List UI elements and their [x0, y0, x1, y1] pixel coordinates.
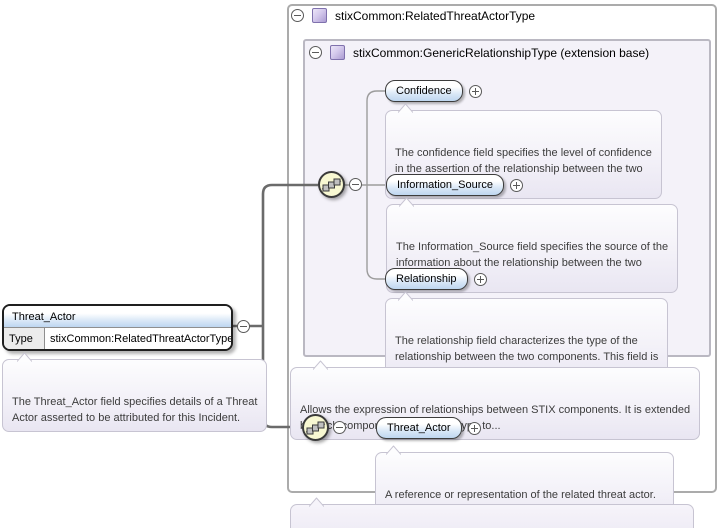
- tooltip-pointer: [17, 352, 32, 362]
- root-element-doc: The Threat_Actor field specifies details…: [2, 352, 268, 432]
- root-element-header: Threat_Actor: [4, 306, 231, 328]
- base-panel-title: stixCommon:GenericRelationshipType (exte…: [353, 45, 650, 60]
- root-element-doc-text: The Threat_Actor field specifies details…: [12, 396, 258, 424]
- schema-diagram: stixCommon:RelatedThreatActorType stixCo…: [0, 0, 721, 528]
- tooltip-pointer: [399, 197, 414, 207]
- complex-type-icon: [312, 8, 327, 23]
- threat-actor-child-element[interactable]: Threat_Actor: [376, 417, 462, 439]
- base-type-doc-text: Allows the expression of relationships b…: [300, 404, 691, 432]
- expand-icon[interactable]: [510, 178, 523, 192]
- tooltip-pointer: [398, 103, 413, 113]
- base-panel-header: stixCommon:GenericRelationshipType (exte…: [309, 45, 649, 60]
- base-sequence-group: [318, 171, 362, 198]
- sequence-glyph: [305, 421, 326, 435]
- expand-icon[interactable]: [468, 84, 482, 98]
- base-type-doc: Allows the expression of relationships b…: [290, 360, 701, 440]
- collapse-icon[interactable]: [349, 178, 362, 191]
- element-threat-actor-child: Threat_Actor: [376, 417, 481, 439]
- element-relationship: Relationship: [385, 268, 487, 290]
- outer-panel-title: stixCommon:RelatedThreatActorType: [335, 8, 536, 23]
- element-confidence: Confidence: [385, 80, 482, 102]
- tooltip-pointer: [398, 291, 413, 301]
- complex-type-icon: [330, 45, 345, 60]
- expand-icon[interactable]: [467, 421, 481, 435]
- collapse-icon[interactable]: [291, 9, 304, 22]
- collapse-icon[interactable]: [333, 421, 346, 434]
- footer-note: Identifies or characterizes a relationsh…: [290, 497, 694, 528]
- collapse-icon[interactable]: [237, 320, 250, 333]
- root-element-box[interactable]: Threat_Actor Type stixCommon:RelatedThre…: [2, 304, 233, 351]
- information-source-element[interactable]: Information_Source: [386, 174, 504, 196]
- confidence-element[interactable]: Confidence: [385, 80, 463, 102]
- tooltip-pointer: [313, 360, 328, 370]
- element-information-source: Information_Source: [386, 174, 523, 196]
- root-element-type-row: Type stixCommon:RelatedThreatActorType: [4, 328, 231, 349]
- type-label: Type: [4, 328, 45, 349]
- sequence-icon: [302, 414, 329, 441]
- sequence-icon: [318, 171, 345, 198]
- type-value: stixCommon:RelatedThreatActorType: [45, 328, 231, 349]
- tooltip-pointer: [386, 445, 401, 455]
- expand-icon[interactable]: [473, 272, 487, 286]
- extension-sequence-group: [302, 414, 346, 441]
- outer-panel-header: stixCommon:RelatedThreatActorType: [291, 8, 535, 23]
- root-element-name: Threat_Actor: [12, 310, 76, 323]
- relationship-element[interactable]: Relationship: [385, 268, 468, 290]
- sequence-glyph: [321, 178, 342, 192]
- collapse-icon[interactable]: [309, 46, 322, 59]
- tooltip-pointer: [309, 497, 324, 507]
